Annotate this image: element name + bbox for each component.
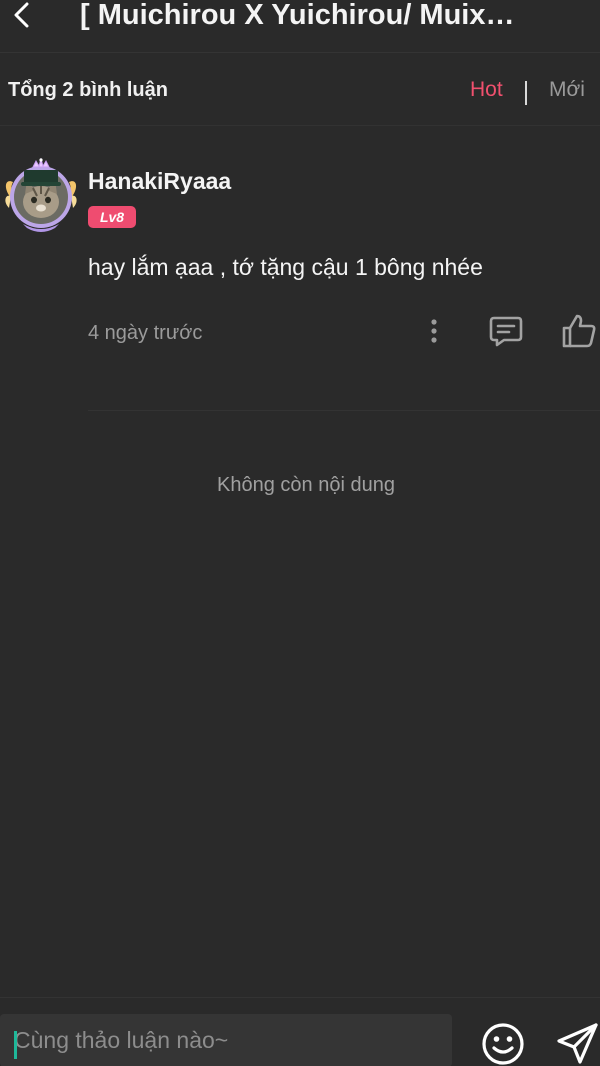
comment-text: hay lắm ạaa , tớ tặng cậu 1 bông nhée xyxy=(88,254,483,280)
chevron-left-icon xyxy=(14,2,29,28)
avatar[interactable] xyxy=(3,157,79,232)
sort-hot-tab[interactable]: Hot xyxy=(470,77,503,103)
comments-header: Tổng 2 bình luận Hot Mới xyxy=(0,53,600,126)
paper-plane-icon xyxy=(556,1023,598,1064)
reply-button[interactable] xyxy=(488,314,524,348)
sort-divider xyxy=(525,81,527,105)
sort-new-tab[interactable]: Mới xyxy=(549,77,585,103)
page-title: [ Muichirou X Yuichirou/ Muix… xyxy=(80,0,515,30)
like-button[interactable] xyxy=(560,312,598,350)
comments-screen: [ Muichirou X Yuichirou/ Muix… Tổng 2 bì… xyxy=(0,0,600,1066)
level-badge: Lv8 xyxy=(88,206,136,228)
emoji-button[interactable] xyxy=(480,1021,526,1066)
more-options-button[interactable] xyxy=(420,316,448,346)
smiley-icon xyxy=(482,1023,524,1065)
comment-count: Tổng 2 bình luận xyxy=(8,79,168,101)
more-vertical-icon xyxy=(431,319,437,343)
thumbs-up-icon xyxy=(562,314,596,348)
comment-divider xyxy=(88,410,600,411)
top-bar: [ Muichirou X Yuichirou/ Muix… xyxy=(0,0,600,53)
cat-avatar-icon xyxy=(5,157,77,232)
text-caret xyxy=(14,1031,17,1059)
comment-bubble-icon xyxy=(489,316,523,347)
back-button[interactable] xyxy=(2,0,42,30)
send-button[interactable] xyxy=(555,1020,600,1066)
comment-timestamp: 4 ngày trước xyxy=(88,322,203,344)
comment-username[interactable]: HanakiRyaaa xyxy=(88,167,231,195)
comment-input[interactable] xyxy=(0,1014,452,1066)
end-of-content-label: Không còn nội dung xyxy=(217,474,395,496)
